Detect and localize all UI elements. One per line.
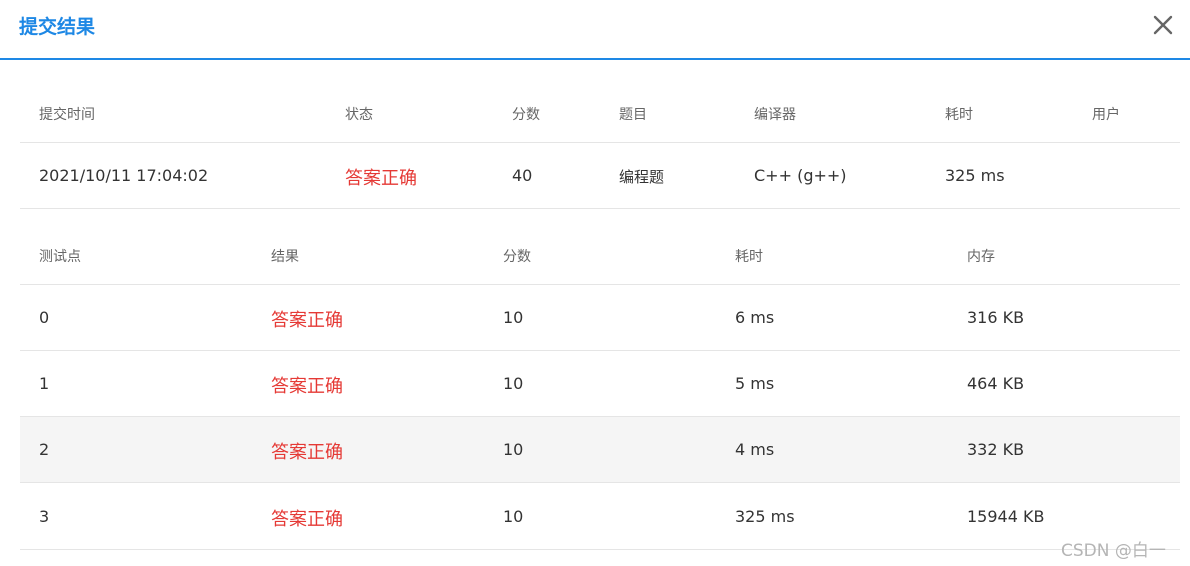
table-row: 0 答案正确 10 6 ms 316 KB [20, 285, 1180, 351]
testcase-memory: 332 KB [967, 440, 1025, 459]
submission-elapsed: 325 ms [945, 166, 1005, 185]
testcase-result: 答案正确 [271, 376, 343, 397]
header-tc-time: 耗时 [735, 249, 763, 265]
testcase-id: 3 [39, 507, 50, 526]
testcase-time: 6 ms [735, 308, 775, 327]
testcase-result: 答案正确 [271, 509, 343, 530]
problem-link[interactable]: 编程题 [619, 166, 664, 187]
testcase-time: 5 ms [735, 374, 775, 393]
submission-row: 2021/10/11 17:04:02 答案正确 40 编程题 C++ (g++… [20, 143, 1180, 209]
testcase-id: 2 [39, 440, 50, 459]
submit-time: 2021/10/11 17:04:02 [39, 166, 209, 185]
header-testcase: 测试点 [39, 249, 81, 265]
submission-score: 40 [512, 166, 533, 185]
testcase-result: 答案正确 [271, 442, 343, 463]
testcase-time: 325 ms [735, 507, 795, 526]
testcase-score: 10 [503, 507, 524, 526]
testcase-memory: 15944 KB [967, 507, 1045, 526]
header-submit-time: 提交时间 [39, 107, 95, 123]
testcase-score: 10 [503, 440, 524, 459]
header-user: 用户 [1092, 107, 1120, 123]
table-row: 3 答案正确 10 325 ms 15944 KB [20, 483, 1180, 550]
header-status: 状态 [345, 107, 373, 123]
testcase-score: 10 [503, 308, 524, 327]
testcase-score: 10 [503, 374, 524, 393]
header-tc-score: 分数 [503, 249, 531, 265]
dialog-title: 提交结果 [19, 16, 96, 38]
testcase-memory: 464 KB [967, 374, 1025, 393]
testcase-time: 4 ms [735, 440, 775, 459]
testcase-id: 0 [39, 308, 50, 327]
header-elapsed: 耗时 [945, 107, 973, 123]
header-memory: 内存 [967, 249, 995, 265]
submission-header-row: 提交时间 状态 分数 题目 编译器 耗时 用户 [20, 80, 1180, 143]
watermark: CSDN @白一 [1061, 541, 1166, 561]
header-result: 结果 [271, 249, 299, 265]
table-row: 2 答案正确 10 4 ms 332 KB [20, 417, 1180, 483]
header-score: 分数 [512, 107, 540, 123]
testcase-id: 1 [39, 374, 50, 393]
dialog-header: 提交结果 [0, 0, 1190, 60]
testcase-memory: 316 KB [967, 308, 1025, 327]
header-problem: 题目 [619, 107, 647, 123]
table-row: 1 答案正确 10 5 ms 464 KB [20, 351, 1180, 417]
header-compiler: 编译器 [754, 107, 796, 123]
status-badge: 答案正确 [345, 168, 417, 189]
testcase-header-row: 测试点 结果 分数 耗时 内存 [20, 222, 1180, 285]
compiler: C++ (g++) [754, 166, 847, 185]
close-icon[interactable] [1148, 10, 1178, 40]
testcase-result: 答案正确 [271, 310, 343, 331]
